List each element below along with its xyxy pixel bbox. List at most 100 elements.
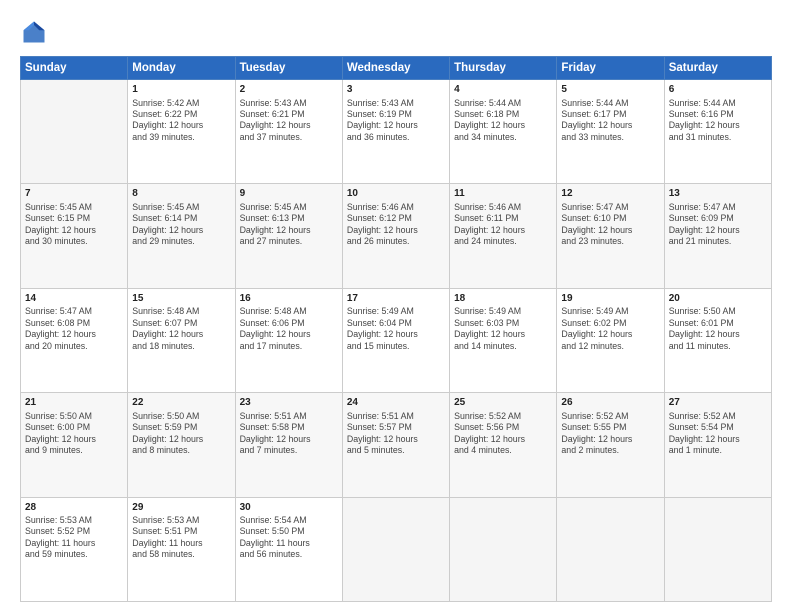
cell-info: Sunrise: 5:42 AM Sunset: 6:22 PM Dayligh… xyxy=(132,98,230,144)
cell-number: 24 xyxy=(347,396,445,410)
calendar-cell: 1Sunrise: 5:42 AM Sunset: 6:22 PM Daylig… xyxy=(128,80,235,184)
cell-number: 6 xyxy=(669,83,767,97)
cell-number: 28 xyxy=(25,501,123,515)
calendar-header-tuesday: Tuesday xyxy=(235,57,342,80)
cell-info: Sunrise: 5:44 AM Sunset: 6:18 PM Dayligh… xyxy=(454,98,552,144)
calendar-cell: 19Sunrise: 5:49 AM Sunset: 6:02 PM Dayli… xyxy=(557,288,664,392)
calendar-cell: 3Sunrise: 5:43 AM Sunset: 6:19 PM Daylig… xyxy=(342,80,449,184)
calendar-cell: 7Sunrise: 5:45 AM Sunset: 6:15 PM Daylig… xyxy=(21,184,128,288)
calendar-cell: 12Sunrise: 5:47 AM Sunset: 6:10 PM Dayli… xyxy=(557,184,664,288)
cell-info: Sunrise: 5:45 AM Sunset: 6:13 PM Dayligh… xyxy=(240,202,338,248)
cell-info: Sunrise: 5:46 AM Sunset: 6:11 PM Dayligh… xyxy=(454,202,552,248)
cell-number: 23 xyxy=(240,396,338,410)
cell-info: Sunrise: 5:45 AM Sunset: 6:15 PM Dayligh… xyxy=(25,202,123,248)
calendar-cell xyxy=(664,497,771,601)
calendar-cell xyxy=(21,80,128,184)
calendar-header-wednesday: Wednesday xyxy=(342,57,449,80)
cell-info: Sunrise: 5:47 AM Sunset: 6:08 PM Dayligh… xyxy=(25,306,123,352)
calendar-cell: 28Sunrise: 5:53 AM Sunset: 5:52 PM Dayli… xyxy=(21,497,128,601)
cell-number: 13 xyxy=(669,187,767,201)
cell-info: Sunrise: 5:47 AM Sunset: 6:10 PM Dayligh… xyxy=(561,202,659,248)
calendar-cell: 20Sunrise: 5:50 AM Sunset: 6:01 PM Dayli… xyxy=(664,288,771,392)
cell-info: Sunrise: 5:49 AM Sunset: 6:02 PM Dayligh… xyxy=(561,306,659,352)
cell-number: 20 xyxy=(669,292,767,306)
calendar-header-sunday: Sunday xyxy=(21,57,128,80)
cell-number: 27 xyxy=(669,396,767,410)
cell-info: Sunrise: 5:43 AM Sunset: 6:21 PM Dayligh… xyxy=(240,98,338,144)
calendar-cell: 24Sunrise: 5:51 AM Sunset: 5:57 PM Dayli… xyxy=(342,393,449,497)
calendar-header-row: SundayMondayTuesdayWednesdayThursdayFrid… xyxy=(21,57,772,80)
calendar-header-saturday: Saturday xyxy=(664,57,771,80)
cell-number: 10 xyxy=(347,187,445,201)
cell-info: Sunrise: 5:48 AM Sunset: 6:06 PM Dayligh… xyxy=(240,306,338,352)
calendar-cell: 17Sunrise: 5:49 AM Sunset: 6:04 PM Dayli… xyxy=(342,288,449,392)
cell-number: 2 xyxy=(240,83,338,97)
cell-info: Sunrise: 5:44 AM Sunset: 6:17 PM Dayligh… xyxy=(561,98,659,144)
logo xyxy=(20,18,52,46)
cell-number: 26 xyxy=(561,396,659,410)
calendar-cell: 10Sunrise: 5:46 AM Sunset: 6:12 PM Dayli… xyxy=(342,184,449,288)
calendar-cell xyxy=(342,497,449,601)
cell-number: 5 xyxy=(561,83,659,97)
calendar-cell: 11Sunrise: 5:46 AM Sunset: 6:11 PM Dayli… xyxy=(450,184,557,288)
calendar-cell: 23Sunrise: 5:51 AM Sunset: 5:58 PM Dayli… xyxy=(235,393,342,497)
cell-info: Sunrise: 5:43 AM Sunset: 6:19 PM Dayligh… xyxy=(347,98,445,144)
calendar-cell: 30Sunrise: 5:54 AM Sunset: 5:50 PM Dayli… xyxy=(235,497,342,601)
cell-number: 1 xyxy=(132,83,230,97)
cell-number: 11 xyxy=(454,187,552,201)
cell-number: 22 xyxy=(132,396,230,410)
cell-number: 14 xyxy=(25,292,123,306)
calendar-header-thursday: Thursday xyxy=(450,57,557,80)
header xyxy=(20,18,772,46)
cell-info: Sunrise: 5:47 AM Sunset: 6:09 PM Dayligh… xyxy=(669,202,767,248)
calendar-cell: 13Sunrise: 5:47 AM Sunset: 6:09 PM Dayli… xyxy=(664,184,771,288)
cell-info: Sunrise: 5:51 AM Sunset: 5:57 PM Dayligh… xyxy=(347,411,445,457)
cell-info: Sunrise: 5:45 AM Sunset: 6:14 PM Dayligh… xyxy=(132,202,230,248)
calendar-week-row: 1Sunrise: 5:42 AM Sunset: 6:22 PM Daylig… xyxy=(21,80,772,184)
cell-info: Sunrise: 5:49 AM Sunset: 6:03 PM Dayligh… xyxy=(454,306,552,352)
calendar-week-row: 14Sunrise: 5:47 AM Sunset: 6:08 PM Dayli… xyxy=(21,288,772,392)
calendar-header-monday: Monday xyxy=(128,57,235,80)
calendar-cell: 26Sunrise: 5:52 AM Sunset: 5:55 PM Dayli… xyxy=(557,393,664,497)
cell-number: 25 xyxy=(454,396,552,410)
cell-number: 8 xyxy=(132,187,230,201)
calendar-cell: 8Sunrise: 5:45 AM Sunset: 6:14 PM Daylig… xyxy=(128,184,235,288)
cell-number: 17 xyxy=(347,292,445,306)
cell-number: 7 xyxy=(25,187,123,201)
cell-number: 21 xyxy=(25,396,123,410)
calendar-cell: 6Sunrise: 5:44 AM Sunset: 6:16 PM Daylig… xyxy=(664,80,771,184)
calendar-cell: 5Sunrise: 5:44 AM Sunset: 6:17 PM Daylig… xyxy=(557,80,664,184)
cell-info: Sunrise: 5:53 AM Sunset: 5:51 PM Dayligh… xyxy=(132,515,230,561)
cell-info: Sunrise: 5:52 AM Sunset: 5:56 PM Dayligh… xyxy=(454,411,552,457)
calendar-week-row: 21Sunrise: 5:50 AM Sunset: 6:00 PM Dayli… xyxy=(21,393,772,497)
cell-number: 4 xyxy=(454,83,552,97)
calendar-cell: 18Sunrise: 5:49 AM Sunset: 6:03 PM Dayli… xyxy=(450,288,557,392)
calendar-cell: 25Sunrise: 5:52 AM Sunset: 5:56 PM Dayli… xyxy=(450,393,557,497)
cell-number: 9 xyxy=(240,187,338,201)
calendar-cell xyxy=(450,497,557,601)
calendar-cell xyxy=(557,497,664,601)
calendar-cell: 15Sunrise: 5:48 AM Sunset: 6:07 PM Dayli… xyxy=(128,288,235,392)
cell-number: 18 xyxy=(454,292,552,306)
calendar-header-friday: Friday xyxy=(557,57,664,80)
cell-info: Sunrise: 5:46 AM Sunset: 6:12 PM Dayligh… xyxy=(347,202,445,248)
cell-info: Sunrise: 5:52 AM Sunset: 5:55 PM Dayligh… xyxy=(561,411,659,457)
cell-info: Sunrise: 5:50 AM Sunset: 6:00 PM Dayligh… xyxy=(25,411,123,457)
calendar-cell: 29Sunrise: 5:53 AM Sunset: 5:51 PM Dayli… xyxy=(128,497,235,601)
calendar-cell: 2Sunrise: 5:43 AM Sunset: 6:21 PM Daylig… xyxy=(235,80,342,184)
page: SundayMondayTuesdayWednesdayThursdayFrid… xyxy=(0,0,792,612)
calendar-cell: 14Sunrise: 5:47 AM Sunset: 6:08 PM Dayli… xyxy=(21,288,128,392)
cell-number: 15 xyxy=(132,292,230,306)
cell-number: 19 xyxy=(561,292,659,306)
cell-number: 16 xyxy=(240,292,338,306)
calendar-cell: 4Sunrise: 5:44 AM Sunset: 6:18 PM Daylig… xyxy=(450,80,557,184)
calendar-week-row: 7Sunrise: 5:45 AM Sunset: 6:15 PM Daylig… xyxy=(21,184,772,288)
cell-info: Sunrise: 5:51 AM Sunset: 5:58 PM Dayligh… xyxy=(240,411,338,457)
cell-info: Sunrise: 5:49 AM Sunset: 6:04 PM Dayligh… xyxy=(347,306,445,352)
cell-number: 3 xyxy=(347,83,445,97)
calendar-cell: 27Sunrise: 5:52 AM Sunset: 5:54 PM Dayli… xyxy=(664,393,771,497)
calendar-week-row: 28Sunrise: 5:53 AM Sunset: 5:52 PM Dayli… xyxy=(21,497,772,601)
cell-info: Sunrise: 5:52 AM Sunset: 5:54 PM Dayligh… xyxy=(669,411,767,457)
calendar-cell: 22Sunrise: 5:50 AM Sunset: 5:59 PM Dayli… xyxy=(128,393,235,497)
cell-number: 30 xyxy=(240,501,338,515)
